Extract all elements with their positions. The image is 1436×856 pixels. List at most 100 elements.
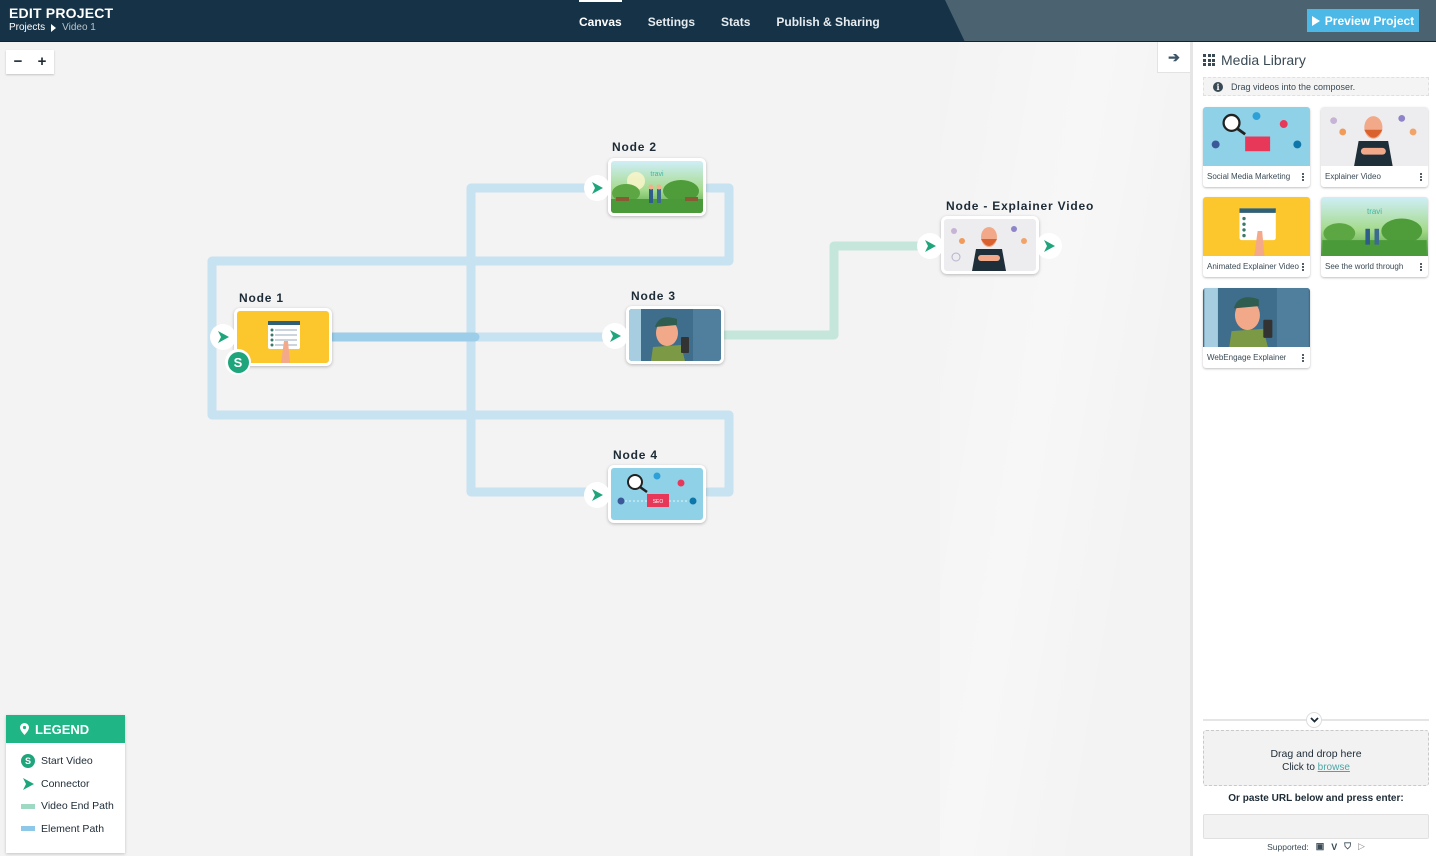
explainer-bearded-man-thumbnail [1321, 107, 1428, 166]
play-icon [1311, 15, 1320, 26]
vimeo-icon: V [1331, 841, 1338, 852]
legend-item-video-end-path: Video End Path [6, 795, 125, 818]
travel-park-thumbnail: travi [611, 171, 703, 213]
grid-icon [1203, 54, 1215, 66]
node-2-thumbnail[interactable]: travi [608, 158, 706, 216]
legend-header: LEGEND [6, 715, 125, 743]
travel-park-thumbnail: travi [1321, 197, 1428, 256]
dropzone-main-text: Drag and drop here [1270, 748, 1362, 760]
more-options-icon[interactable] [1418, 172, 1424, 181]
more-options-icon[interactable] [1300, 353, 1306, 362]
node-3-thumbnail[interactable] [626, 306, 724, 364]
legend-label: Connector [41, 777, 90, 790]
play-icon: ▷ [1357, 841, 1365, 851]
zoom-controls: − + [6, 50, 54, 74]
more-options-icon[interactable] [1418, 262, 1424, 271]
explainer-bearded-man-thumbnail [951, 226, 1027, 271]
top-header: EDIT PROJECT Projects Video 1 Canvas Set… [0, 0, 1436, 42]
tab-canvas[interactable]: Canvas [566, 0, 635, 41]
media-title: Social Media Marketing [1207, 172, 1291, 181]
tab-settings[interactable]: Settings [635, 0, 708, 41]
html5-icon: ⛉ [1344, 841, 1351, 851]
composer-canvas[interactable]: Node 1 S Node 2 travi Node 3 Node 4 SEO … [0, 42, 1190, 856]
svg-text:SEO: SEO [653, 499, 664, 505]
map-pin-icon [20, 723, 29, 735]
media-card[interactable]: WebEngage Explainer [1203, 288, 1310, 368]
main-nav: Canvas Settings Stats Publish & Sharing [566, 0, 893, 41]
connector-arrow-icon [1044, 240, 1055, 252]
media-title: Explainer Video [1325, 172, 1381, 181]
media-title: WebEngage Explainer [1207, 353, 1287, 362]
node-4-label: Node 4 [613, 448, 658, 462]
media-card[interactable]: Social Media Marketing [1203, 107, 1310, 187]
paste-url-label: Or paste URL below and press enter: [1228, 793, 1404, 804]
node-2-connector[interactable] [584, 175, 610, 201]
connector-arrow-icon [592, 489, 603, 501]
node-4-thumbnail[interactable]: SEO [608, 465, 706, 523]
more-options-icon[interactable] [1300, 262, 1306, 271]
video-end-path-node3-to-explainer [724, 241, 928, 340]
start-badge-icon: S [227, 351, 249, 373]
arrow-right-icon: ➔ [1168, 48, 1180, 65]
node-3-connector[interactable] [602, 323, 628, 349]
media-title: Animated Explainer Video [1207, 262, 1299, 271]
breadcrumb-separator-icon [51, 23, 57, 32]
tab-publish-sharing[interactable]: Publish & Sharing [763, 0, 892, 41]
supported-sources: Supported: ▣ V ⛉ ▷ [1203, 841, 1429, 852]
node-explainer-thumbnail[interactable] [941, 216, 1039, 274]
node-explainer-label: Node - Explainer Video [946, 199, 1095, 213]
drag-hint-text: Drag videos into the composer. [1231, 81, 1356, 92]
dropzone-sub-text: Click to browse [1204, 762, 1428, 773]
preview-project-label: Preview Project [1324, 13, 1415, 28]
browse-link[interactable]: browse [1318, 762, 1350, 773]
breadcrumb-projects[interactable]: Projects [9, 22, 45, 33]
legend-label: Start Video [41, 755, 93, 768]
media-card[interactable]: Explainer Video [1321, 107, 1428, 187]
url-input[interactable] [1203, 814, 1429, 839]
media-library-title: Media Library [1221, 52, 1306, 68]
zoom-in-button[interactable]: + [30, 50, 54, 74]
connector-arrow-icon [610, 330, 621, 342]
legend-item-element-path: Element Path [6, 818, 125, 841]
page-title: EDIT PROJECT [9, 5, 114, 21]
youtube-icon: ▣ [1315, 841, 1325, 851]
upload-dropzone[interactable]: Drag and drop here Click to browse [1203, 730, 1429, 786]
media-title: See the world through [1325, 262, 1404, 271]
tab-stats[interactable]: Stats [708, 0, 763, 41]
svg-text:travi: travi [650, 171, 664, 178]
chevron-down-icon [1309, 717, 1319, 723]
node-explainer-connector-in[interactable] [917, 233, 943, 259]
animated-explainer-thumbnail [1203, 197, 1310, 256]
social-media-seo-thumbnail [1203, 107, 1310, 166]
webengage-man-thumbnail [629, 309, 721, 361]
connector-arrow-icon [925, 240, 936, 252]
svg-text:travi: travi [1367, 207, 1382, 216]
breadcrumb-current: Video 1 [62, 22, 96, 33]
legend-label: Video End Path [41, 800, 114, 813]
connector-arrow-icon [23, 777, 34, 790]
node-1-connector[interactable] [210, 324, 236, 350]
legend-panel: LEGEND S Start Video Connector Video End… [6, 715, 125, 853]
node-1-label: Node 1 [239, 291, 284, 305]
legend-label: Element Path [41, 822, 105, 835]
zoom-out-button[interactable]: − [6, 50, 30, 74]
media-library-panel: Media Library i Drag videos into the com… [1190, 42, 1436, 856]
node-2-label: Node 2 [612, 140, 657, 154]
video-end-path-swatch [21, 803, 35, 809]
element-path-swatch [21, 826, 35, 832]
node-3-label: Node 3 [631, 289, 676, 303]
drag-hint: i Drag videos into the composer. [1203, 77, 1429, 96]
media-library-header: Media Library [1203, 52, 1306, 68]
path-layer [207, 183, 928, 497]
toggle-upload-button[interactable] [1306, 712, 1322, 728]
node-4-connector[interactable] [584, 482, 610, 508]
media-card[interactable]: travi See the world through [1321, 197, 1428, 277]
info-icon: i [1213, 81, 1223, 92]
connector-arrow-icon [218, 331, 229, 343]
preview-project-button[interactable]: Preview Project [1307, 9, 1419, 32]
more-options-icon[interactable] [1300, 172, 1306, 181]
dropzone-sub-prefix: Click to [1282, 762, 1318, 773]
node-explainer-connector-out[interactable] [1036, 233, 1062, 259]
collapse-panel-button[interactable]: ➔ [1157, 42, 1190, 73]
media-card[interactable]: Animated Explainer Video [1203, 197, 1310, 277]
